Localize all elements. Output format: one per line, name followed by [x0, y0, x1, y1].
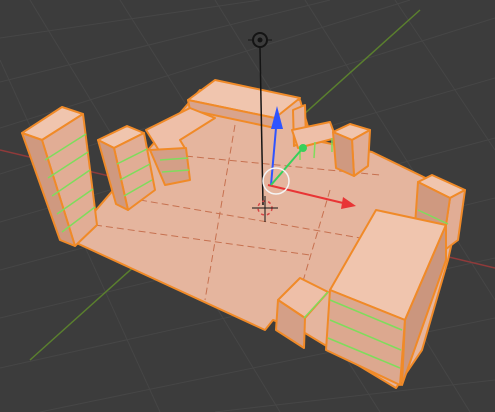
3d-viewport[interactable] [0, 0, 495, 412]
viewport-canvas[interactable] [0, 0, 495, 412]
tall-bookshelf-left[interactable] [21, 106, 98, 247]
gizmo-y-arrow[interactable] [299, 144, 307, 152]
nightstand-right[interactable] [332, 123, 371, 177]
